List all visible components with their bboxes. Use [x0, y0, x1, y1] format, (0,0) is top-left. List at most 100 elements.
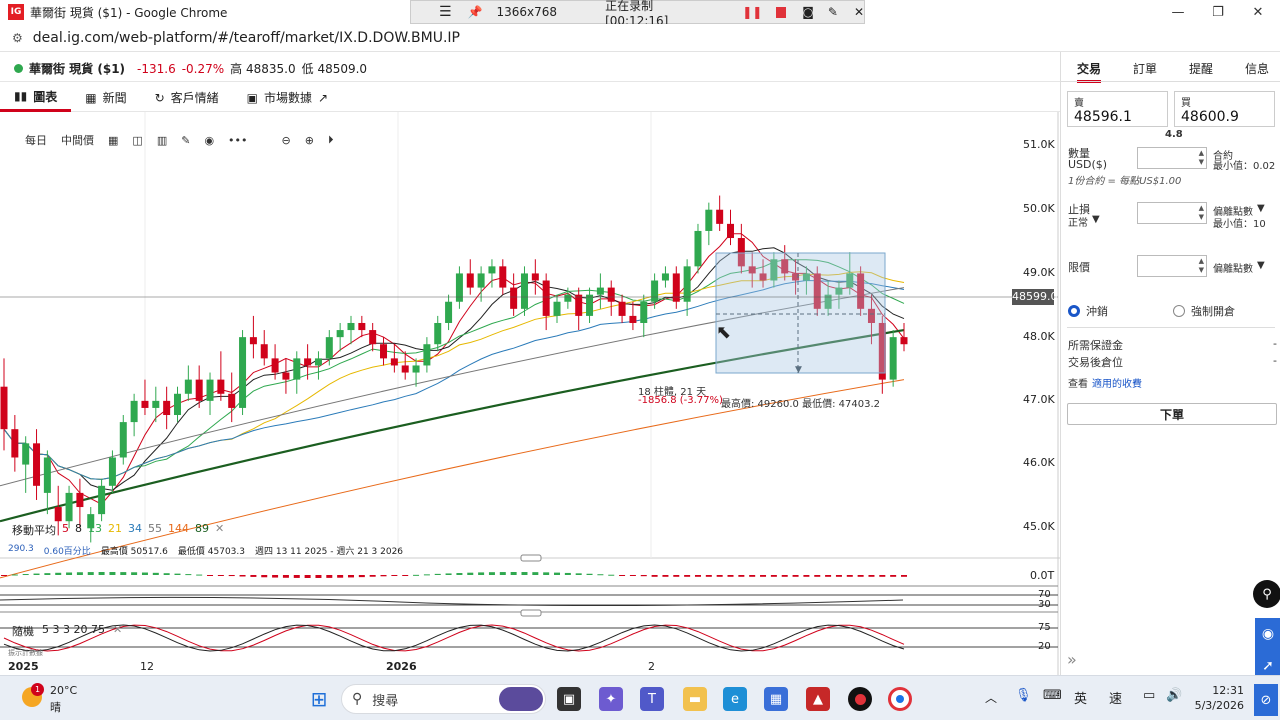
search-placeholder: 搜尋: [372, 693, 399, 709]
pane-resize-handle[interactable]: [520, 554, 542, 562]
macd-bar: [261, 575, 268, 578]
x-tick: 12: [140, 660, 154, 673]
windows-start-icon[interactable]: ⊞: [307, 687, 331, 711]
url-text[interactable]: deal.ig.com/web-platform/#/tearoff/marke…: [33, 30, 460, 46]
fees-link[interactable]: 適用的收費: [1092, 375, 1142, 390]
camera-icon[interactable]: ◙: [802, 5, 814, 19]
teams-icon[interactable]: T: [640, 687, 664, 711]
close-radio[interactable]: 沖銷: [1068, 303, 1108, 319]
bar-chart-icon: ▮▮: [14, 89, 28, 103]
ime-lang[interactable]: 英: [1074, 688, 1087, 707]
macd-bar: [120, 572, 127, 575]
qty-input[interactable]: ▲ ▼: [1137, 147, 1207, 169]
macd-bar: [629, 575, 636, 576]
tab-trade[interactable]: 交易: [1077, 60, 1102, 83]
chrome-icon[interactable]: [888, 687, 912, 711]
macd-bar: [510, 572, 517, 575]
macd-bar: [532, 572, 539, 575]
tab-sentiment[interactable]: ↻ 客戶情緒: [141, 84, 233, 112]
recorder-icon[interactable]: [848, 687, 872, 711]
candle-body: [184, 379, 192, 394]
pane-resize-handle[interactable]: [520, 609, 542, 617]
copilot-icon[interactable]: ✦: [599, 687, 623, 711]
tab-market-data[interactable]: ▣ 市場數據 ↗: [233, 84, 342, 112]
buy-button[interactable]: 買 48600.9: [1174, 91, 1275, 127]
maximize-button[interactable]: ❐: [1198, 0, 1238, 24]
stop-input[interactable]: ▲ ▼: [1137, 202, 1207, 224]
recorder-close-icon[interactable]: ✕: [854, 5, 864, 19]
site-settings-icon[interactable]: ⚙: [12, 31, 23, 45]
task-view-icon[interactable]: ▣: [557, 687, 581, 711]
tab-orders[interactable]: 訂單: [1133, 60, 1157, 77]
stop-type-select[interactable]: 正常 ▼: [1068, 214, 1100, 229]
range-info: 290.3 0.60百分比 最高價 50517.6 最低價 45703.3 週四…: [8, 544, 403, 557]
pointer-icon[interactable]: ➚: [1262, 658, 1274, 674]
force-open-radio[interactable]: 強制開倉: [1173, 303, 1235, 319]
close-button[interactable]: ✕: [1238, 0, 1278, 24]
search-box[interactable]: ⚲ 搜尋: [341, 684, 546, 714]
divider: [1067, 327, 1275, 328]
menu-icon[interactable]: ☰: [439, 4, 452, 20]
edge-icon[interactable]: e: [723, 687, 747, 711]
keyboard-icon[interactable]: ⌨: [1043, 688, 1062, 703]
expand-icon[interactable]: »: [1067, 650, 1077, 669]
volume-icon[interactable]: 🔊: [1166, 688, 1182, 703]
macd-bar: [868, 575, 875, 577]
microphone-icon[interactable]: 🎙: [1015, 688, 1032, 703]
macd-bar: [402, 575, 409, 576]
candle-body: [531, 273, 539, 281]
pen-icon[interactable]: ✎: [828, 5, 838, 19]
clock-time[interactable]: 12:31: [1200, 684, 1244, 697]
macd-bar: [217, 575, 224, 576]
sell-button[interactable]: 賣 48596.1: [1067, 91, 1168, 127]
file-explorer-icon[interactable]: ▬: [683, 687, 707, 711]
price-chart[interactable]: ▼ ⬉: [0, 112, 1060, 675]
sell-label: 賣: [1074, 98, 1084, 109]
limit-distance-select[interactable]: 偏離點數 ▼: [1213, 260, 1265, 275]
stop-icon[interactable]: [776, 6, 787, 18]
network-icon[interactable]: ▭: [1143, 688, 1155, 703]
stop-type: 正常: [1068, 218, 1088, 229]
tab-info[interactable]: 信息: [1245, 60, 1269, 77]
macd-bar: [413, 574, 420, 576]
store-icon[interactable]: ▦: [764, 687, 788, 711]
overlay-tools: ◉ ➚: [1255, 618, 1280, 682]
macd-bar: [11, 574, 18, 576]
search-highlight-icon: [499, 687, 543, 711]
remove-stoch-icon[interactable]: ✕: [113, 623, 122, 639]
tray-tool-icon[interactable]: ⊘: [1254, 684, 1278, 716]
app-icon[interactable]: ▲: [806, 687, 830, 711]
candle-body: [43, 457, 51, 493]
tab-alerts[interactable]: 提醒: [1189, 60, 1213, 77]
macd-bar: [770, 575, 777, 577]
screen-recorder-bar: ☰ 📌 1366x768 正在录制 [00:12:16] ❚❚ ◙ ✎ ✕: [410, 0, 865, 28]
macd-bar: [141, 572, 148, 575]
candle-body: [293, 358, 301, 380]
macd-bar: [423, 574, 430, 576]
trade-panel: 交易 訂單 提醒 信息 賣 48596.1 買 48600.9 4.8 數量 U…: [1060, 52, 1280, 682]
tab-label: 市場數據: [264, 91, 313, 105]
candle-body: [0, 386, 8, 430]
clock-date[interactable]: 5/3/2026: [1190, 699, 1244, 712]
candle-body: [575, 294, 583, 316]
macd-bar: [608, 574, 615, 576]
place-order-button[interactable]: 下單: [1067, 403, 1277, 425]
pause-icon[interactable]: ❚❚: [742, 5, 762, 19]
address-bar[interactable]: ⚙ deal.ig.com/web-platform/#/tearoff/mar…: [0, 24, 1280, 52]
macd-bar: [803, 575, 810, 577]
tray-chevron-icon[interactable]: ︿: [985, 689, 997, 706]
tab-chart[interactable]: ▮▮ 圖表: [0, 84, 72, 112]
pin-icon[interactable]: 📌: [468, 5, 483, 19]
ime-mode[interactable]: 速: [1109, 688, 1122, 707]
macd-bar: [33, 573, 40, 575]
macd-bar: [185, 574, 192, 576]
macd-bar: [44, 573, 51, 575]
minimize-button[interactable]: —: [1158, 0, 1198, 24]
remove-ma-icon[interactable]: ✕: [215, 522, 224, 538]
location-pin-icon[interactable]: ⚲: [1253, 580, 1280, 608]
tab-label: 圖表: [33, 89, 58, 104]
eye-icon[interactable]: ◉: [1262, 626, 1274, 642]
tab-news[interactable]: ▦ 新聞: [71, 84, 140, 112]
measure-box[interactable]: [715, 252, 886, 374]
limit-input[interactable]: ▲ ▼: [1137, 255, 1207, 277]
